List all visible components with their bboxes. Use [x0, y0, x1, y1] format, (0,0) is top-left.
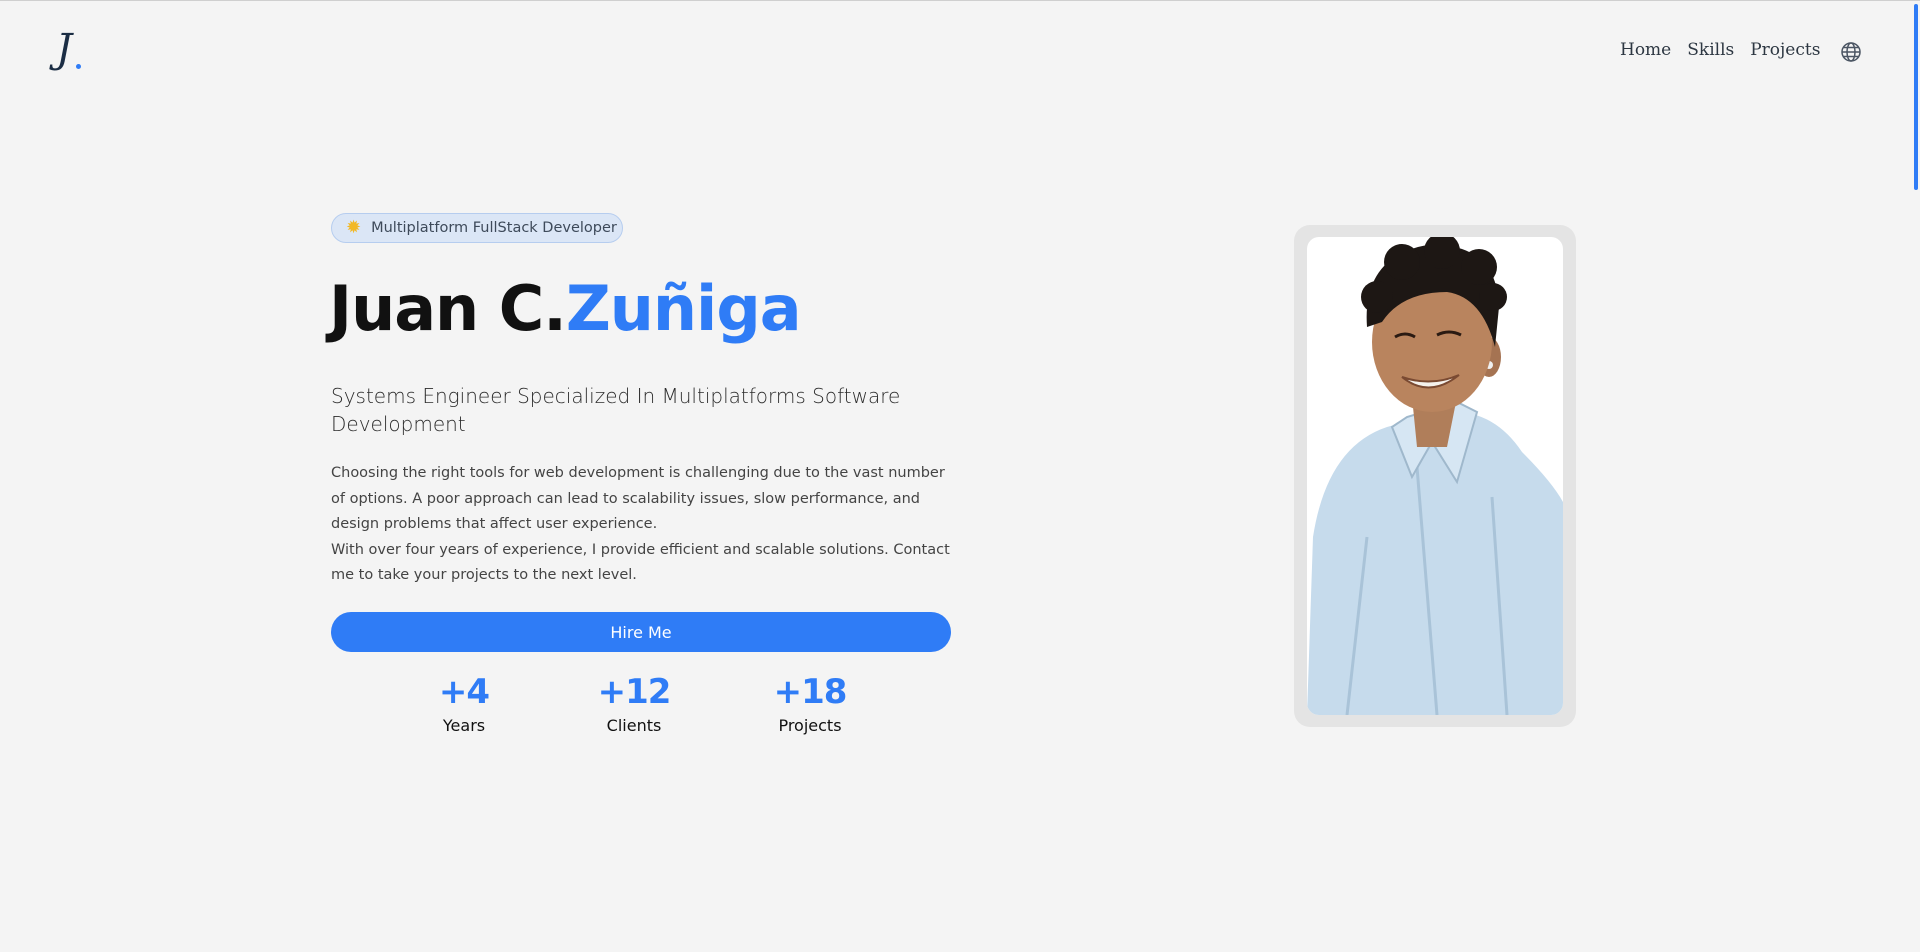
- description-paragraph-2: With over four years of experience, I pr…: [331, 541, 950, 584]
- stat-clients: +12 Clients: [596, 672, 672, 735]
- profile-photo: [1307, 237, 1563, 715]
- stat-label: Years: [442, 716, 486, 735]
- badge-text: Multiplatform FullStack Developer: [371, 220, 617, 236]
- role-badge: ✹ Multiplatform FullStack Developer: [331, 213, 623, 243]
- hero-subtitle: Systems Engineer Specialized In Multipla…: [331, 384, 901, 436]
- stat-projects: +18 Projects: [772, 672, 848, 735]
- stat-label: Projects: [778, 716, 842, 735]
- main-nav: Home Skills Projects: [1620, 40, 1820, 60]
- hire-me-button[interactable]: Hire Me: [331, 612, 951, 652]
- stat-value: +12: [597, 672, 672, 712]
- stat-label: Clients: [606, 716, 662, 735]
- description-paragraph-1: Choosing the right tools for web develop…: [331, 465, 945, 533]
- nav-home[interactable]: Home: [1620, 40, 1671, 60]
- hero-description: Choosing the right tools for web develop…: [331, 461, 951, 589]
- top-border: [0, 0, 1920, 1]
- nav-skills[interactable]: Skills: [1687, 40, 1734, 60]
- profile-photo-frame: [1294, 225, 1576, 727]
- scrollbar[interactable]: [1912, 0, 1920, 952]
- logo-letter: J: [56, 26, 73, 72]
- name-accent: Zuñiga: [565, 272, 802, 345]
- globe-icon[interactable]: [1840, 41, 1862, 63]
- logo-dot: [76, 64, 81, 69]
- nav-projects[interactable]: Projects: [1750, 40, 1820, 60]
- name-main: Juan C.: [329, 272, 567, 345]
- hero-name: Juan C.Zuñiga: [329, 272, 802, 345]
- star-icon: ✹: [346, 217, 362, 238]
- stat-years: +4 Years: [430, 672, 498, 735]
- scrollbar-thumb[interactable]: [1914, 4, 1918, 190]
- stat-value: +4: [438, 672, 490, 712]
- logo[interactable]: J: [56, 26, 92, 72]
- stat-value: +18: [773, 672, 848, 712]
